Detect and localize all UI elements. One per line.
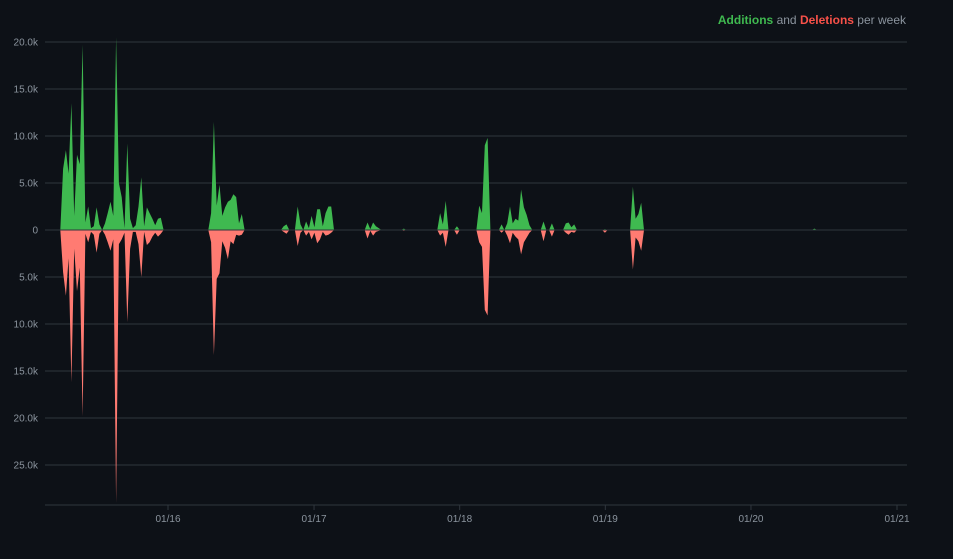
series-areas (45, 37, 907, 503)
deletions-area (476, 230, 491, 316)
x-tick-label: 01/20 (738, 514, 763, 525)
additions-area (437, 200, 449, 230)
y-axis: 20.0k 15.0k 10.0k 5.0k 0 5.0k 10.0k 15.0k 20.0k 2… (14, 38, 39, 472)
deletions-area (630, 230, 644, 270)
x-tick-label: 01/17 (302, 514, 327, 525)
y-tick-label: 15.0k (14, 85, 39, 96)
additions-area (208, 121, 245, 230)
y-tick-label: 20.0k (14, 414, 39, 425)
additions-area (294, 206, 334, 230)
deletions-area (294, 230, 334, 246)
deletions-area (563, 230, 577, 235)
x-tick-label: 01/18 (447, 514, 472, 525)
y-tick-label: 15.0k (14, 367, 39, 378)
additions-area (630, 186, 644, 230)
deletions-area (280, 230, 290, 234)
x-tick-label: 01/16 (155, 514, 180, 525)
deletions-area (364, 230, 382, 239)
additions-area (454, 226, 460, 230)
legend-and-label: and (776, 13, 797, 27)
x-tick-label: 01/19 (593, 514, 618, 525)
y-tick-label: 10.0k (14, 320, 39, 331)
additions-area (563, 222, 577, 230)
deletions-area (498, 230, 533, 255)
y-tick-label: 25.0k (14, 461, 39, 472)
y-tick-label: 10.0k (14, 132, 39, 143)
additions-area (498, 189, 533, 230)
y-tick-label: 5.0k (19, 179, 39, 190)
legend-additions-label: Additions (717, 13, 774, 27)
additions-area (364, 222, 382, 230)
deletions-area (60, 230, 164, 503)
x-axis: 01/16 01/17 01/18 01/19 01/20 01/21 (45, 504, 910, 525)
additions-area (280, 224, 290, 230)
y-tick-label: 20.0k (14, 38, 39, 49)
chart-container: 20.0k 15.0k 10.0k 5.0k 0 5.0k 10.0k 15.0k 20.0k 2… (0, 0, 953, 554)
additions-area (60, 37, 164, 230)
deletions-area (437, 230, 449, 247)
legend-deletions-label: Deletions (799, 13, 854, 27)
grid-lines (45, 41, 907, 466)
x-tick-label: 01/21 (884, 514, 909, 525)
legend-per-week-label: per week (857, 13, 906, 27)
deletions-area (454, 230, 460, 235)
deletions-area (540, 230, 555, 242)
y-tick-label: 0 (32, 226, 38, 237)
deletions-area (208, 230, 245, 355)
additions-area (476, 137, 491, 230)
chart-svg: 20.0k 15.0k 10.0k 5.0k 0 5.0k 10.0k 15.0k 20.0k 2… (14, 37, 910, 525)
y-tick-label: 5.0k (19, 273, 39, 284)
additions-area (540, 221, 555, 230)
chart-legend: Additions and Deletions per week (718, 13, 906, 27)
